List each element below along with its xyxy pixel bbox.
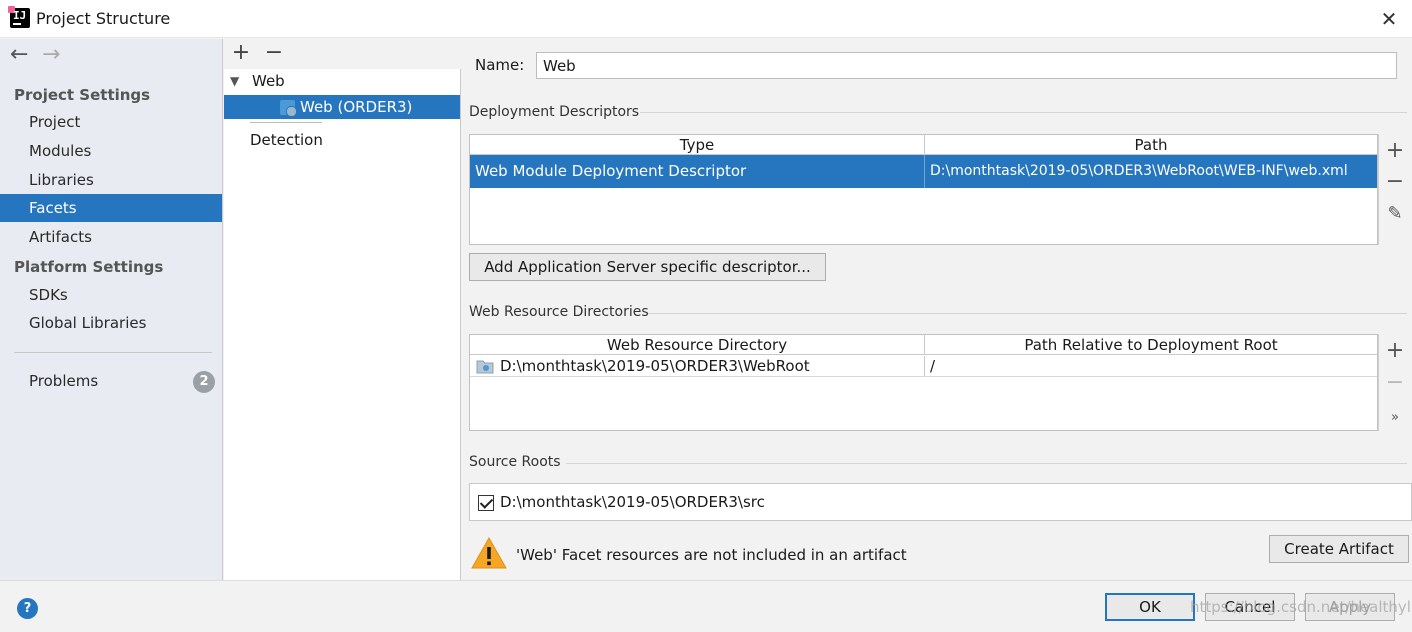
deployment-descriptors-title: Deployment Descriptors [469,104,640,120]
column-header-type[interactable]: Type [470,135,925,155]
add-server-descriptor-button[interactable]: Add Application Server specific descript… [469,253,826,281]
group-heading-project-settings: Project Settings [14,86,151,104]
minus-icon: − [1385,370,1405,395]
help-icon[interactable]: ? [17,598,38,619]
tree-toolbar: + − [224,39,461,69]
forward-arrow-icon[interactable]: → [42,44,60,66]
plus-icon[interactable]: + [1379,339,1411,363]
name-label: Name: [475,56,525,74]
sidebar-item-sdks[interactable]: SDKs [0,281,222,309]
cell-path: D:\monthtask\2019-05\ORDER3\WebRoot\WEB-… [930,163,1348,179]
tree-divider [250,122,322,123]
folder-icon [476,360,494,374]
sidebar-item-libraries[interactable]: Libraries [0,166,222,194]
artifact-warning-text: 'Web' Facet resources are not included i… [516,546,907,564]
web-resource-directories-table: Web Resource Directory Path Relative to … [469,334,1378,431]
watermark-text: https://blog.csdn.net/healthylp [1190,598,1412,616]
tree-node-label: Web (ORDER3) [300,98,413,116]
group-heading-platform-settings: Platform Settings [14,258,164,276]
tree-node-web-order3[interactable]: Web (ORDER3) [224,95,460,119]
plus-icon[interactable]: + [1379,139,1411,163]
chevron-down-icon[interactable]: ▼ [230,69,239,93]
facet-tree: ▼ Web Web (ORDER3) Detection [224,69,461,580]
cell-relative-path: / [930,357,936,375]
back-arrow-icon[interactable]: ← [10,44,28,66]
column-header-path[interactable]: Path [925,135,1377,155]
table-row[interactable]: D:\monthtask\2019-05\ORDER3\WebRoot / [470,356,1377,377]
web-resource-directories-title: Web Resource Directories [469,304,649,320]
tree-node-detection[interactable]: Detection [224,128,460,152]
expand-more-icon[interactable]: » [1379,406,1411,430]
sidebar-item-project[interactable]: Project [0,108,222,136]
column-header-web-resource-directory[interactable]: Web Resource Directory [470,335,925,355]
facet-web-icon [280,100,297,117]
settings-sidebar: ← → Project Settings Project Modules Lib… [0,39,223,580]
source-root-checkbox[interactable] [478,495,494,511]
sidebar-item-global-libraries[interactable]: Global Libraries [0,309,222,337]
source-root-path: D:\monthtask\2019-05\ORDER3\src [500,493,765,511]
deployment-table-tools: + − ✎ [1378,134,1412,245]
close-icon[interactable]: ✕ [1376,6,1402,32]
cell-type: Web Module Deployment Descriptor [470,155,925,188]
deployment-descriptors-table: Type Path Web Module Deployment Descript… [469,134,1378,245]
plus-icon[interactable]: + [229,41,253,65]
minus-icon[interactable]: − [262,41,286,65]
table-row[interactable]: Web Module Deployment Descriptor D:\mont… [470,155,1377,188]
section-divider [566,463,1407,464]
cell-directory: D:\monthtask\2019-05\ORDER3\WebRoot [495,356,925,376]
sidebar-item-problems[interactable]: Problems [0,367,222,395]
warning-icon [471,536,507,569]
title-bar: IJ Project Structure ✕ [0,0,1412,38]
window-title: Project Structure [36,9,171,28]
edit-pencil-icon[interactable]: ✎ [1379,202,1411,226]
create-artifact-button[interactable]: Create Artifact [1269,535,1409,563]
name-input[interactable] [536,52,1397,79]
intellij-logo-icon: IJ [8,6,30,28]
sidebar-item-modules[interactable]: Modules [0,137,222,165]
column-header-relative-path[interactable]: Path Relative to Deployment Root [925,335,1377,355]
sidebar-item-artifacts[interactable]: Artifacts [0,223,222,251]
minus-icon[interactable]: − [1379,170,1411,194]
sidebar-item-facets[interactable]: Facets [0,194,222,222]
problems-count-badge: 2 [193,371,215,393]
tree-node-web[interactable]: ▼ Web [224,69,460,93]
source-roots-title: Source Roots [469,454,561,470]
tree-node-label: Detection [250,131,323,149]
tree-node-label: Web [252,72,285,90]
section-divider [640,112,1407,113]
sidebar-divider [14,352,212,353]
web-resource-table-tools: + − » [1378,334,1412,431]
section-divider [648,313,1407,314]
ok-button[interactable]: OK [1105,593,1195,621]
source-roots-list: D:\monthtask\2019-05\ORDER3\src [469,483,1412,521]
